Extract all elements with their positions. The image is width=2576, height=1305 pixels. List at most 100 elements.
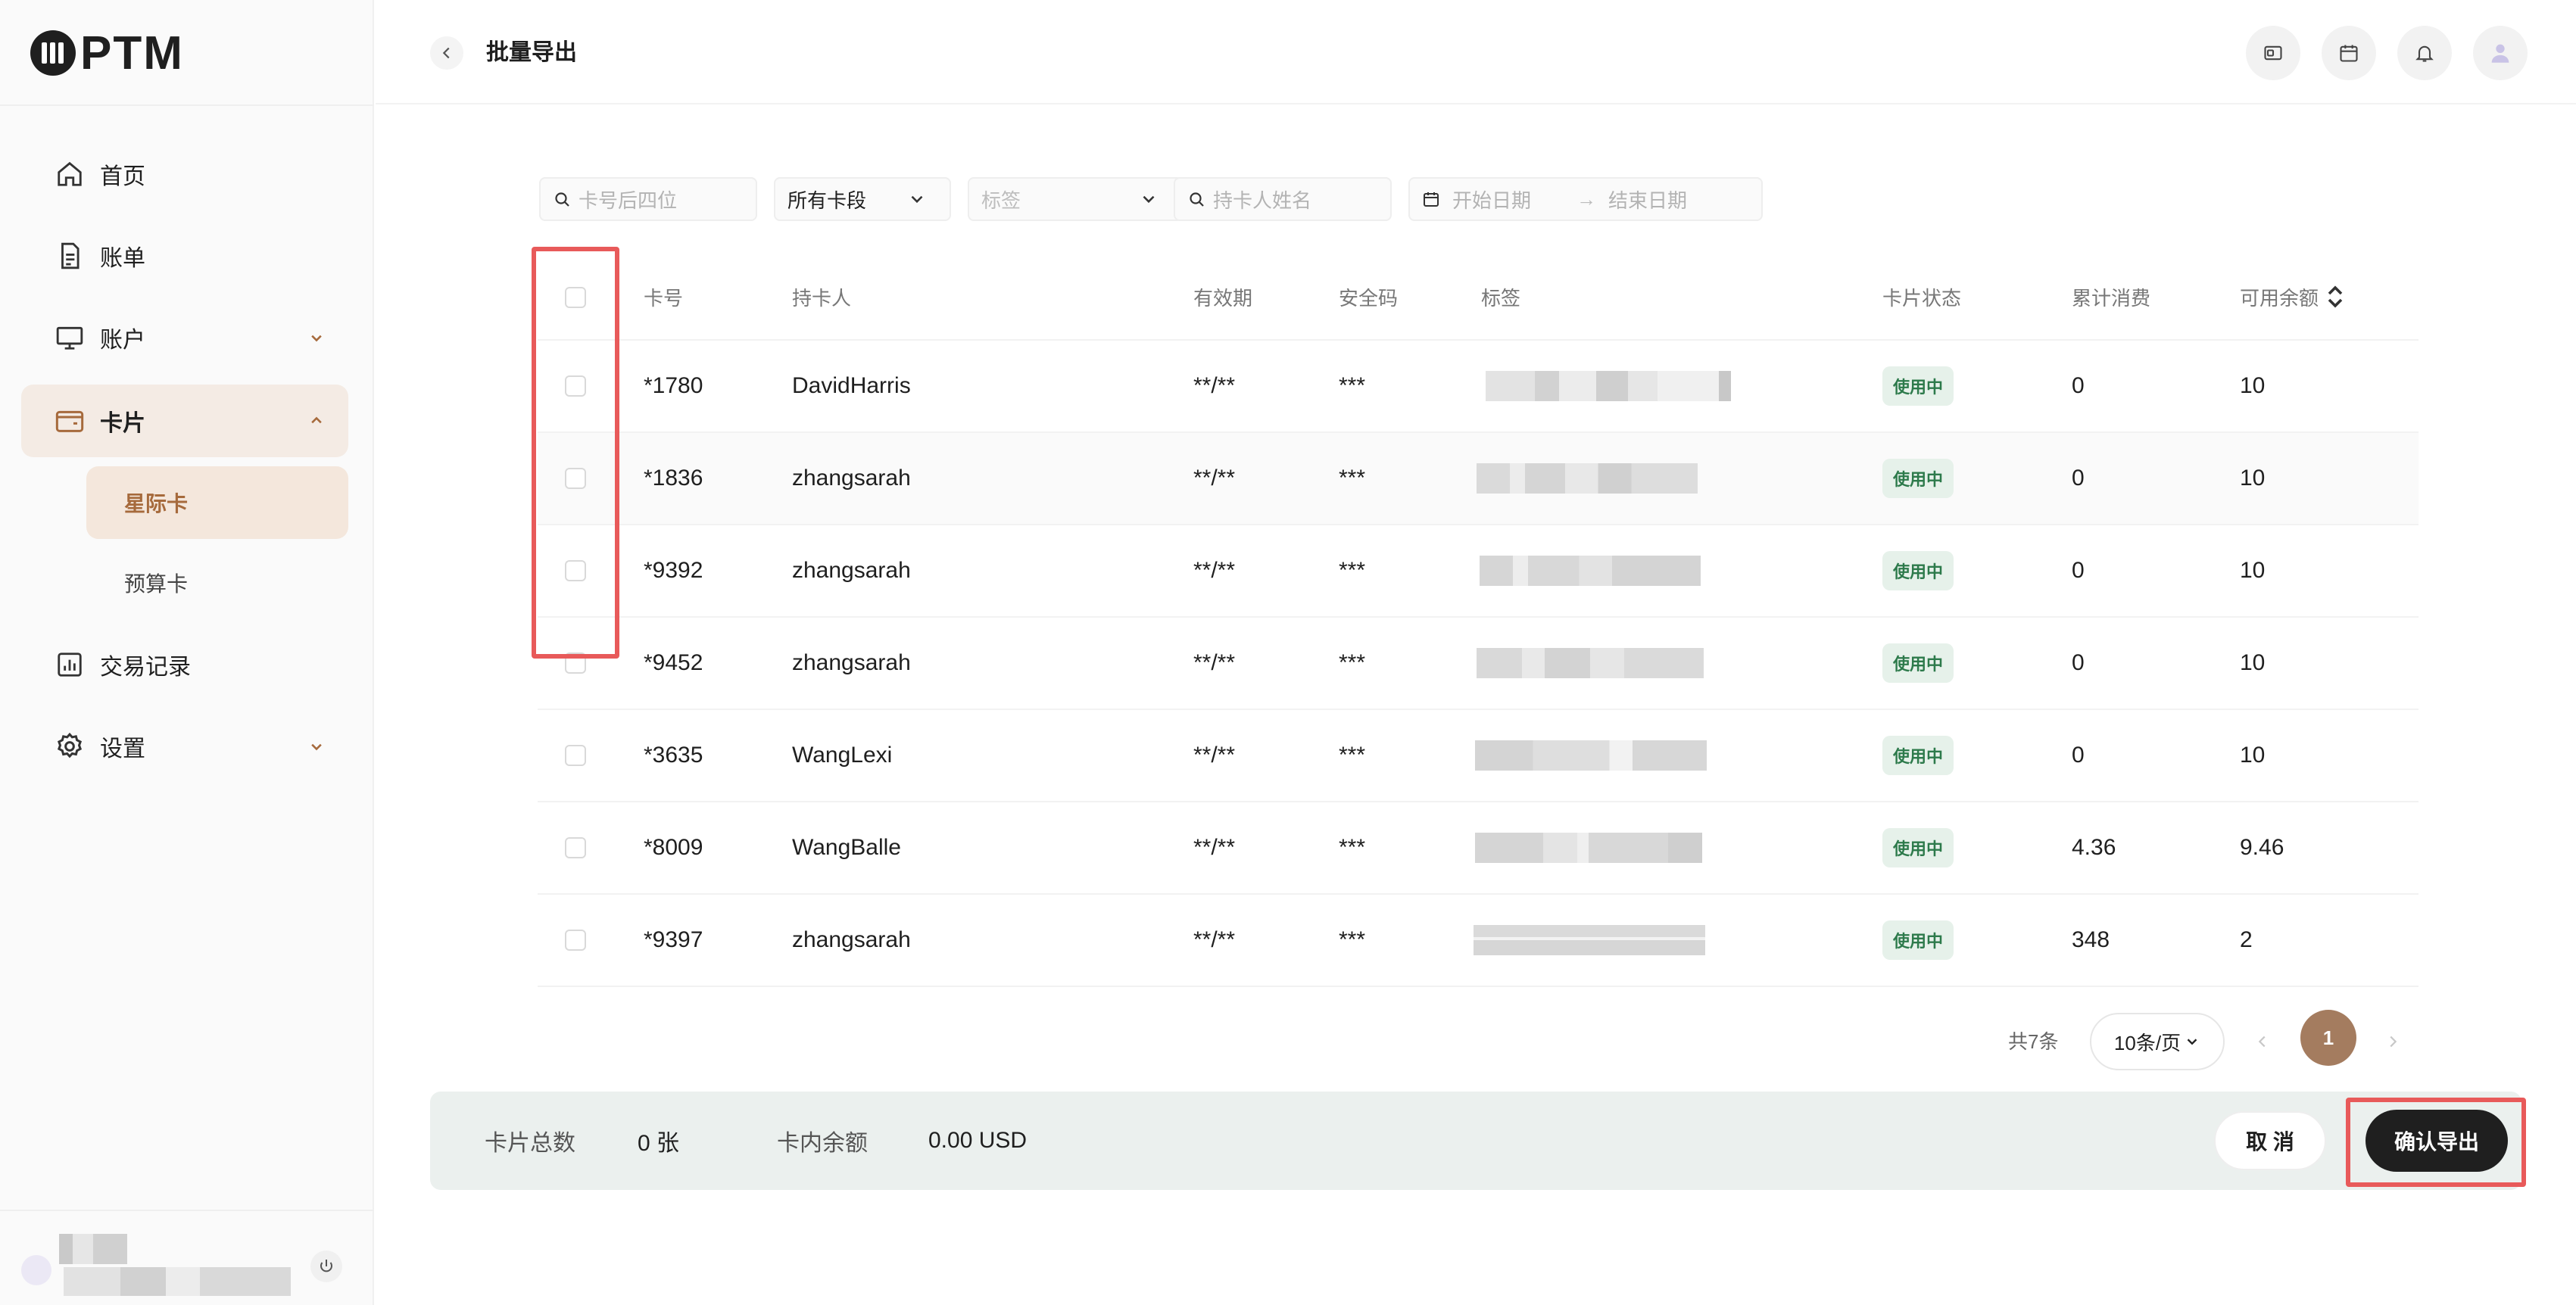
balance: 10 bbox=[2240, 558, 2266, 583]
tag-select[interactable]: 标签 bbox=[968, 177, 1183, 221]
page-1-button[interactable]: 1 bbox=[2300, 1010, 2356, 1066]
power-icon bbox=[320, 1260, 332, 1272]
prev-page-button[interactable] bbox=[2250, 1029, 2275, 1054]
tag-redacted bbox=[1477, 648, 1704, 678]
table-row[interactable]: *3635 WangLexi **/** *** 使用中 0 10 bbox=[538, 710, 2419, 802]
sidebar-item-home[interactable]: 首页 bbox=[21, 138, 348, 210]
sidebar-item-bills[interactable]: 账单 bbox=[21, 220, 348, 292]
home-icon bbox=[55, 159, 85, 189]
gear-icon bbox=[55, 731, 85, 762]
cvv: *** bbox=[1339, 927, 1366, 952]
sidebar-item-label: 交易记录 bbox=[100, 655, 191, 680]
spent: 0 bbox=[2072, 743, 2085, 768]
search-icon bbox=[555, 192, 569, 207]
table-row[interactable]: *9452 zhangsarah **/** *** 使用中 0 10 bbox=[538, 618, 2419, 710]
status-badge: 使用中 bbox=[1882, 710, 1954, 801]
table-row[interactable]: *1836 zhangsarah **/** *** 使用中 0 10 bbox=[538, 433, 2419, 525]
next-page-button[interactable] bbox=[2381, 1029, 2405, 1054]
table-row[interactable]: *8009 WangBalle **/** *** 使用中 4.36 9.46 bbox=[538, 802, 2419, 895]
chevron-down-icon bbox=[2187, 1039, 2197, 1045]
cardholder: zhangsarah bbox=[792, 650, 911, 675]
back-button[interactable] bbox=[430, 36, 463, 70]
status-badge: 使用中 bbox=[1882, 618, 1954, 709]
date-range-picker[interactable]: 开始日期 → 结束日期 bbox=[1408, 177, 1763, 221]
expiry: **/** bbox=[1193, 558, 1236, 583]
table-row[interactable]: *1780 DavidHarris **/** *** 使用中 0 10 bbox=[538, 341, 2419, 433]
sidebar-item-label: 账户 bbox=[100, 328, 145, 353]
pagination-total: 共7条 bbox=[2008, 1030, 2059, 1053]
cardholder: WangLexi bbox=[792, 743, 893, 768]
chevron-down-icon bbox=[306, 736, 327, 757]
row-checkbox[interactable] bbox=[565, 837, 586, 858]
user-avatar-icon bbox=[2491, 44, 2509, 63]
expiry: **/** bbox=[1193, 835, 1236, 860]
row-checkbox[interactable] bbox=[565, 745, 586, 766]
calendar-icon bbox=[1424, 192, 1439, 207]
cardholder: zhangsarah bbox=[792, 558, 911, 583]
sidebar: PTM 首页 账单 账户 卡片 星际卡 预算卡 交易记录 设置 bbox=[0, 0, 374, 1305]
user-avatar[interactable] bbox=[21, 1255, 51, 1285]
status-badge: 使用中 bbox=[1882, 433, 1954, 524]
status-badge: 使用中 bbox=[1882, 341, 1954, 431]
balance: 10 bbox=[2240, 743, 2266, 768]
col-tag: 标签 bbox=[1481, 286, 1521, 310]
status-badge: 使用中 bbox=[1882, 895, 1954, 986]
card-segment-select[interactable]: 所有卡段 bbox=[774, 177, 951, 221]
card-number: *1836 bbox=[644, 466, 703, 491]
card-number: *9452 bbox=[644, 650, 703, 675]
sidebar-subitem-interstellar-card[interactable]: 星际卡 bbox=[86, 466, 348, 539]
cardholder: zhangsarah bbox=[792, 927, 911, 952]
sidebar-item-cards[interactable]: 卡片 bbox=[21, 385, 348, 457]
col-expiry: 有效期 bbox=[1193, 286, 1253, 310]
search-icon bbox=[1190, 192, 1204, 207]
chevron-down-icon bbox=[911, 195, 923, 204]
profile-button[interactable] bbox=[2473, 26, 2528, 80]
spent: 0 bbox=[2072, 558, 2085, 583]
cardholder-name-input[interactable]: 持卡人姓名 bbox=[1174, 177, 1392, 221]
bell-icon bbox=[2415, 45, 2434, 62]
spent: 0 bbox=[2072, 466, 2085, 491]
tag-redacted bbox=[1474, 925, 1705, 955]
logout-button[interactable] bbox=[310, 1250, 342, 1282]
card-number: *9397 bbox=[644, 927, 703, 952]
notification-button[interactable] bbox=[2397, 26, 2452, 80]
calendar-icon bbox=[2340, 45, 2358, 62]
col-balance[interactable]: 可用余额 bbox=[2240, 254, 2346, 339]
expiry: **/** bbox=[1193, 743, 1236, 768]
page-title: 批量导出 bbox=[486, 40, 577, 65]
table-row[interactable]: *9392 zhangsarah **/** *** 使用中 0 10 bbox=[538, 525, 2419, 618]
tag-redacted bbox=[1486, 371, 1731, 401]
chevron-right-icon bbox=[2390, 1036, 2397, 1048]
card-icon bbox=[2264, 45, 2282, 61]
brand-logo[interactable]: PTM bbox=[30, 23, 184, 83]
card-total-label: 卡片总数 bbox=[485, 1131, 575, 1156]
sidebar-item-label: 首页 bbox=[100, 164, 145, 189]
row-checkbox[interactable] bbox=[565, 930, 586, 951]
sidebar-subitem-budget-card[interactable]: 预算卡 bbox=[86, 547, 348, 619]
sidebar-item-account[interactable]: 账户 bbox=[21, 301, 348, 374]
chevron-down-icon bbox=[306, 327, 327, 348]
card-number: *3635 bbox=[644, 743, 703, 768]
balance: 10 bbox=[2240, 650, 2266, 675]
sidebar-subitem-label: 预算卡 bbox=[124, 572, 189, 596]
user-bar bbox=[0, 1210, 374, 1305]
sidebar-item-transactions[interactable]: 交易记录 bbox=[21, 628, 348, 701]
card-last4-placeholder: 卡号后四位 bbox=[579, 188, 678, 212]
col-status: 卡片状态 bbox=[1882, 286, 1962, 310]
sidebar-item-settings[interactable]: 设置 bbox=[21, 710, 348, 783]
checkbox-column-highlight bbox=[532, 247, 619, 659]
page-size-select[interactable]: 10条/页 bbox=[2090, 1013, 2225, 1070]
card-button[interactable] bbox=[2246, 26, 2300, 80]
card-last4-input[interactable]: 卡号后四位 bbox=[539, 177, 757, 221]
tag-redacted bbox=[1477, 463, 1698, 494]
cardholder: zhangsarah bbox=[792, 466, 911, 491]
cancel-button[interactable]: 取 消 bbox=[2214, 1111, 2326, 1170]
chart-icon bbox=[55, 649, 85, 680]
tag-redacted bbox=[1475, 833, 1702, 863]
calendar-button[interactable] bbox=[2322, 26, 2376, 80]
balance-value: 0.00 USD bbox=[928, 1128, 1028, 1153]
monitor-icon bbox=[55, 322, 85, 353]
col-card-number: 卡号 bbox=[644, 286, 684, 310]
table-row[interactable]: *9397 zhangsarah **/** *** 使用中 348 2 bbox=[538, 895, 2419, 987]
cardholder: DavidHarris bbox=[792, 373, 911, 398]
